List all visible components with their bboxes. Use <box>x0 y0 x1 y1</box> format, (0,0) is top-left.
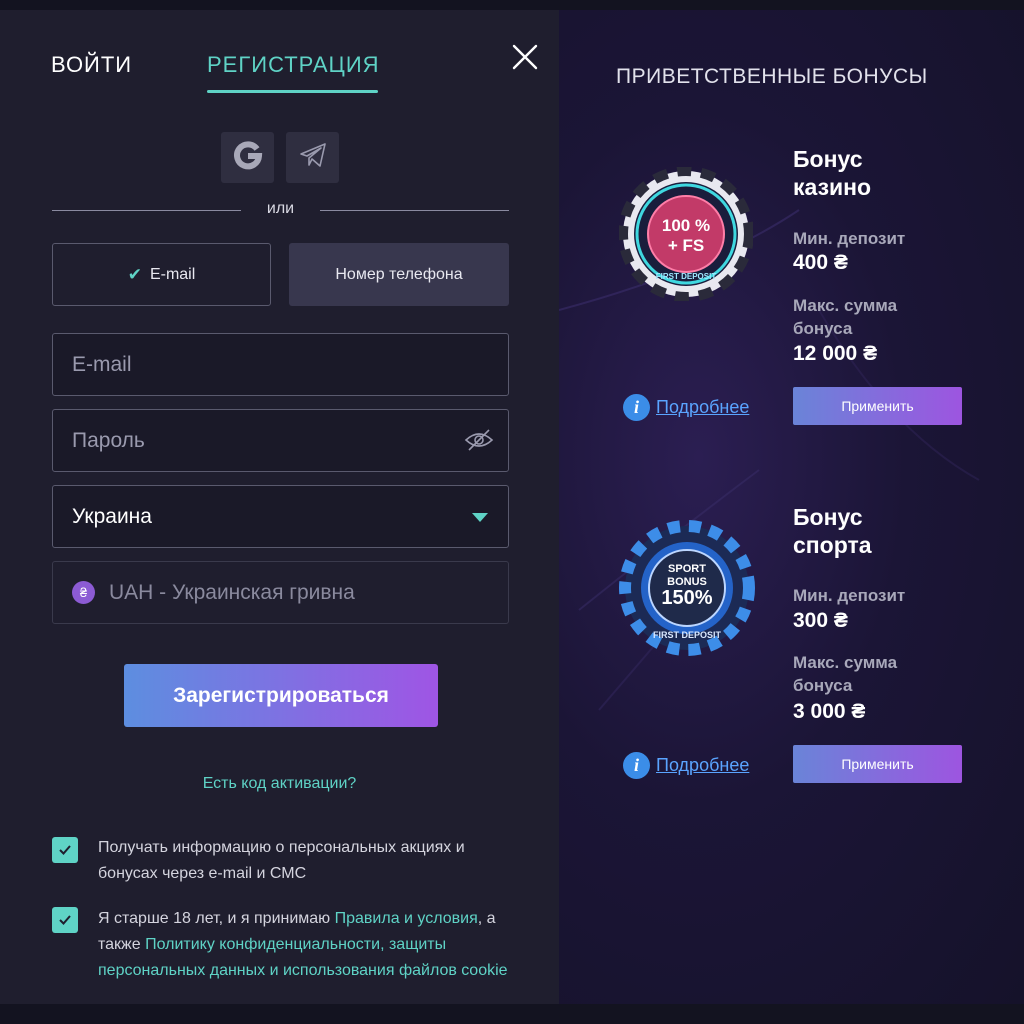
hryvnia-icon: ₴ <box>72 581 95 604</box>
close-icon[interactable] <box>512 44 538 70</box>
sport-chip-line3: 150% <box>661 587 712 609</box>
terms-prefix: Я старше 18 лет, и я принимаю <box>98 910 335 927</box>
country-select[interactable]: Украина <box>52 485 509 548</box>
casino-bonus-title: Бонус казино <box>793 145 871 201</box>
phone-method-label: Номер телефона <box>335 265 463 283</box>
password-field[interactable]: Пароль <box>52 409 509 472</box>
sport-min-deposit-label: Мин. депозит <box>793 586 906 605</box>
sport-details-link[interactable]: i Подробнее <box>623 752 749 779</box>
registration-panel: ВОЙТИ РЕГИСТРАЦИЯ или ✔ E-mail Номер тел… <box>0 10 559 1004</box>
telegram-icon <box>299 142 327 173</box>
email-method-label: E-mail <box>149 265 196 283</box>
eye-hidden-icon[interactable] <box>464 428 494 458</box>
currency-value: UAH - Украинская гривна <box>109 580 355 604</box>
casino-title-line2: казино <box>793 174 872 200</box>
info-icon: i <box>623 752 650 779</box>
casino-min-deposit-value: 400 ₴ <box>793 251 848 274</box>
tab-register[interactable]: РЕГИСТРАЦИЯ <box>207 52 380 78</box>
check-icon: ✔ <box>127 264 142 284</box>
bonuses-title: ПРИВЕТСТВЕННЫЕ БОНУСЫ <box>616 65 928 88</box>
sport-max-bonus-label: Макс. сумма бонуса <box>793 651 897 697</box>
bonuses-panel: ПРИВЕТСТВЕННЫЕ БОНУСЫ 100 % + FS FIRST D… <box>559 10 1024 1004</box>
casino-chip-line1: 100 % <box>662 216 710 235</box>
email-method-button[interactable]: ✔ E-mail <box>52 243 271 306</box>
country-value: Украина <box>72 504 152 528</box>
password-placeholder: Пароль <box>72 428 145 452</box>
divider-line <box>52 210 241 211</box>
casino-chip-line2: + FS <box>668 236 704 255</box>
currency-field: ₴ UAH - Украинская гривна <box>52 561 509 624</box>
register-button[interactable]: Зарегистрироваться <box>124 664 438 727</box>
sport-max-label-line1: Макс. сумма <box>793 653 898 672</box>
checkmark-icon <box>59 915 71 925</box>
chevron-down-icon <box>472 513 488 522</box>
email-placeholder: E-mail <box>72 352 132 376</box>
terms-link[interactable]: Правила и условия <box>335 910 478 927</box>
phone-method-button[interactable]: Номер телефона <box>289 243 509 306</box>
info-icon: i <box>623 394 650 421</box>
google-icon <box>233 140 263 175</box>
google-login-button[interactable] <box>221 132 274 183</box>
sport-title-line1: Бонус <box>793 504 863 530</box>
casino-bonus-chip: 100 % + FS FIRST DEPOSIT <box>618 166 754 306</box>
promo-consent-text: Получать информацию о персональных акция… <box>98 839 465 882</box>
checkmark-icon <box>59 845 71 855</box>
terms-consent-text: Я старше 18 лет, и я принимаю Правила и … <box>98 906 518 984</box>
casino-max-label-line2: бонуса <box>793 319 853 338</box>
divider-line <box>320 210 509 211</box>
terms-consent-checkbox[interactable] <box>52 907 78 933</box>
casino-details-link[interactable]: i Подробнее <box>623 394 749 421</box>
tab-login[interactable]: ВОЙТИ <box>51 52 132 78</box>
sport-bonus-chip: SPORT BONUS 150% FIRST DEPOSIT <box>617 518 757 663</box>
sport-bonus-title: Бонус спорта <box>793 503 872 559</box>
privacy-link[interactable]: Политику конфиденциальности, защиты перс… <box>98 936 508 979</box>
casino-title-line1: Бонус <box>793 146 863 172</box>
activation-code-link[interactable]: Есть код активации? <box>0 775 559 793</box>
casino-max-bonus-value: 12 000 ₴ <box>793 342 878 365</box>
sport-apply-button[interactable]: Применить <box>793 745 962 783</box>
casino-min-deposit-label: Мин. депозит <box>793 229 906 248</box>
email-field[interactable]: E-mail <box>52 333 509 396</box>
casino-max-bonus-label: Макс. сумма бонуса <box>793 294 897 340</box>
casino-details-text: Подробнее <box>656 397 750 417</box>
registration-modal: ВОЙТИ РЕГИСТРАЦИЯ или ✔ E-mail Номер тел… <box>0 10 1024 1004</box>
sport-max-label-line2: бонуса <box>793 676 853 695</box>
promo-consent-checkbox[interactable] <box>52 837 78 863</box>
sport-chip-ring-text: FIRST DEPOSIT <box>653 630 722 640</box>
divider-or: или <box>266 200 295 217</box>
sport-chip-line1: SPORT <box>668 563 706 575</box>
background-decoration <box>559 209 980 711</box>
telegram-login-button[interactable] <box>286 132 339 183</box>
casino-apply-button[interactable]: Применить <box>793 387 962 425</box>
casino-max-label-line1: Макс. сумма <box>793 296 898 315</box>
casino-chip-ring-text: FIRST DEPOSIT <box>656 272 717 281</box>
active-tab-indicator <box>207 90 378 93</box>
sport-max-bonus-value: 3 000 ₴ <box>793 700 866 723</box>
sport-title-line2: спорта <box>793 532 872 558</box>
sport-details-text: Подробнее <box>656 755 750 775</box>
sport-min-deposit-value: 300 ₴ <box>793 609 848 632</box>
